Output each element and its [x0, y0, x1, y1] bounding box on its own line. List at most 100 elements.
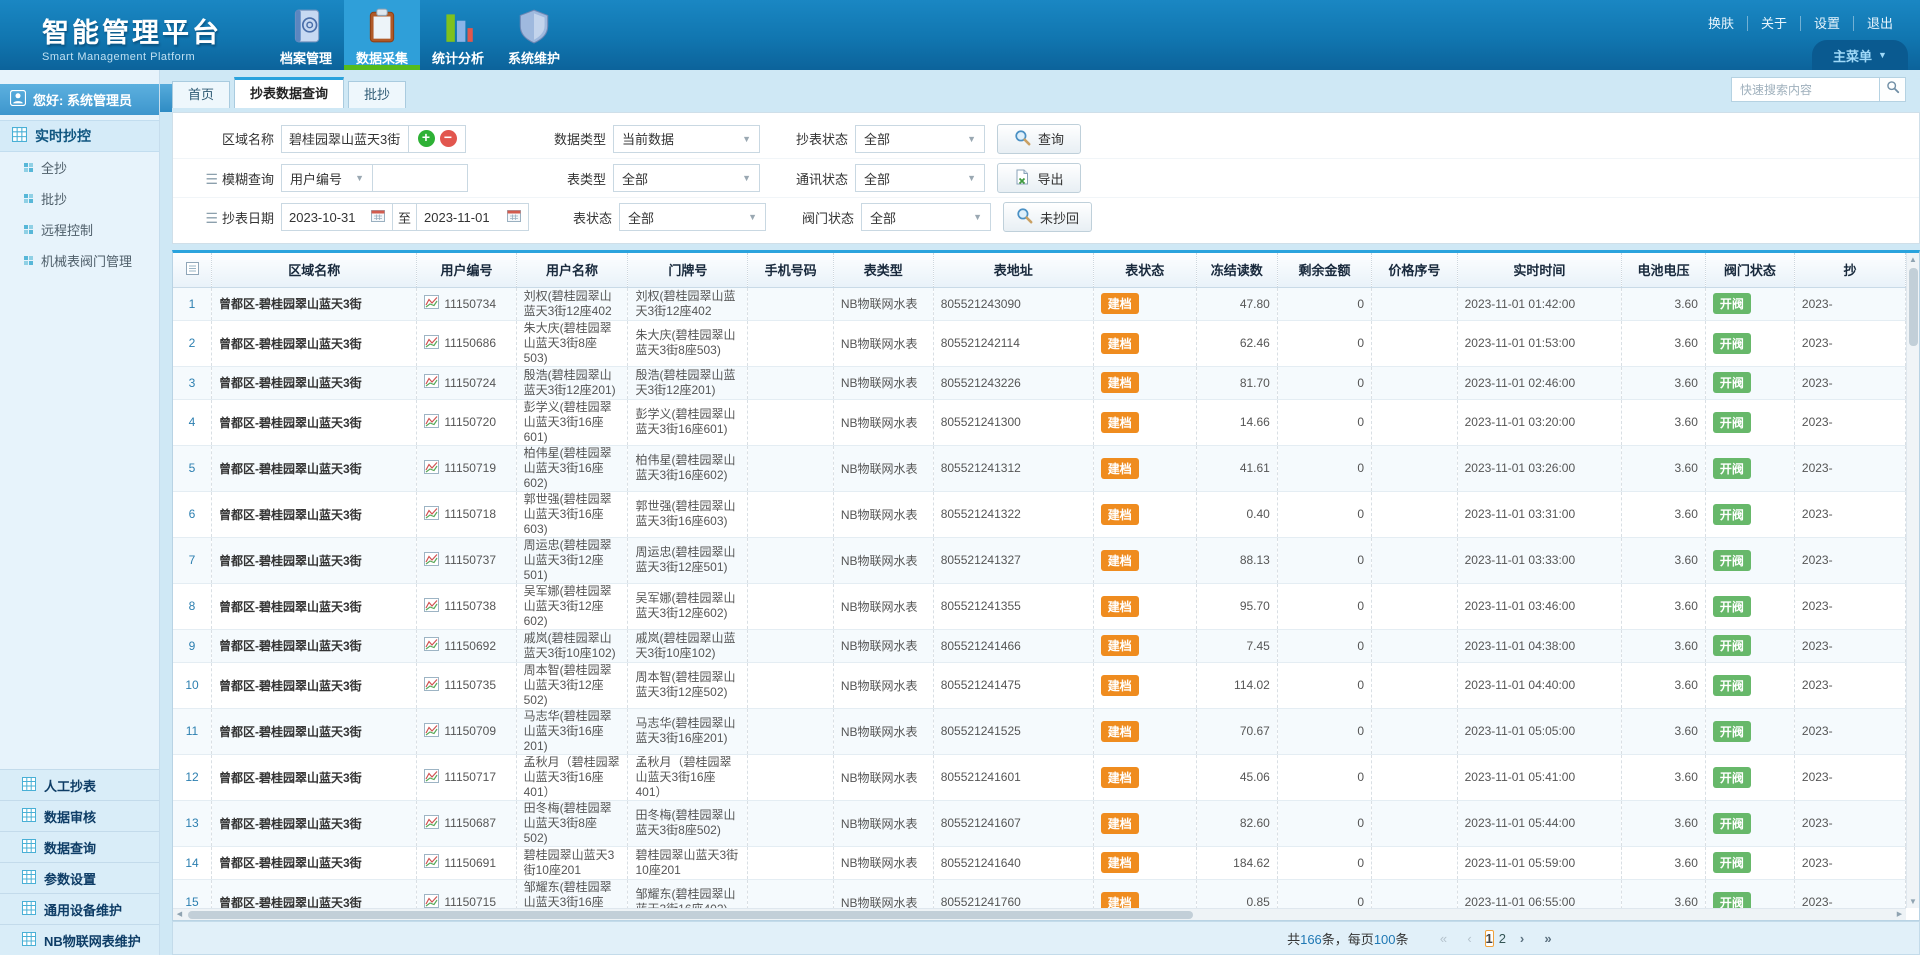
first-page-button[interactable]: « — [1433, 928, 1455, 949]
meter-chart-icon[interactable] — [424, 335, 439, 352]
meter-chart-icon[interactable] — [424, 677, 439, 694]
column-header-voltage[interactable]: 电池电压 — [1622, 253, 1706, 287]
table-row[interactable]: 12曾都区-碧桂园翠山蓝天3街11150717孟秋月（碧桂园翠山蓝天3街16座4… — [173, 754, 1906, 800]
meter-state-select[interactable]: 全部▼ — [619, 203, 766, 231]
meter-chart-icon[interactable] — [424, 815, 439, 832]
meter-chart-icon[interactable] — [424, 414, 439, 431]
column-header-price_no[interactable]: 价格序号 — [1372, 253, 1457, 287]
quick-search-input[interactable] — [1731, 77, 1879, 102]
table-row[interactable]: 10曾都区-碧桂园翠山蓝天3街11150735周本智(碧桂园翠山蓝天3街12座5… — [173, 662, 1906, 708]
last-page-button[interactable]: » — [1537, 928, 1559, 949]
nav-data-collection[interactable]: 数据采集 — [344, 0, 420, 70]
meter-type-select[interactable]: 全部▼ — [613, 164, 760, 192]
read-state-select[interactable]: 全部▼ — [855, 125, 985, 153]
meter-chart-icon[interactable] — [424, 769, 439, 786]
meter-chart-icon[interactable] — [424, 598, 439, 615]
column-header-time[interactable]: 实时时间 — [1457, 253, 1622, 287]
area-name-input[interactable] — [281, 125, 409, 153]
meter-chart-icon[interactable] — [424, 894, 439, 909]
page-button-2[interactable]: 2 — [1498, 930, 1507, 947]
export-button[interactable]: 导出 — [997, 163, 1081, 193]
meter-chart-icon[interactable] — [424, 552, 439, 569]
column-header-meter_type[interactable]: 表类型 — [833, 253, 933, 287]
meter-chart-icon[interactable] — [424, 637, 439, 654]
tab-home[interactable]: 首页 — [172, 81, 230, 108]
vertical-scrollbar[interactable]: ▲ ▼ — [1906, 253, 1919, 908]
table-row[interactable]: 15曾都区-碧桂园翠山蓝天3街11150715邹耀东(碧桂园翠山蓝天3街16座4… — [173, 879, 1906, 908]
meter-chart-icon[interactable] — [424, 374, 439, 391]
sidebar-item-mechanical-valve[interactable]: 机械表阀门管理 — [0, 245, 159, 276]
table-row[interactable]: 2曾都区-碧桂园翠山蓝天3街11150686朱大庆(碧桂园翠山蓝天3街8座503… — [173, 320, 1906, 366]
meter-chart-icon[interactable] — [424, 295, 439, 312]
sidebar-item-data-audit[interactable]: 数据审核 — [0, 800, 159, 831]
scroll-down-icon[interactable]: ▼ — [1907, 895, 1919, 908]
fuzzy-query-input[interactable] — [373, 164, 468, 192]
nav-archive-management[interactable]: 档案管理 — [268, 0, 344, 70]
tab-meter-data-query[interactable]: 抄表数据查询 — [234, 77, 344, 108]
unread-button[interactable]: 未抄回 — [1003, 202, 1092, 232]
main-menu-button[interactable]: 主菜单 ▼ — [1812, 40, 1908, 70]
sidebar-item-batch-read[interactable]: 批抄 — [0, 183, 159, 214]
column-header-balance[interactable]: 剩余金额 — [1277, 253, 1371, 287]
add-area-button[interactable]: + — [418, 130, 435, 147]
table-row[interactable]: 6曾都区-碧桂园翠山蓝天3街11150718郭世强(碧桂园翠山蓝天3街16座60… — [173, 491, 1906, 537]
sidebar-item-nb-meter-maintenance[interactable]: NB物联网表维护 — [0, 924, 159, 955]
sidebar-toggle[interactable] — [160, 84, 172, 112]
column-header-address[interactable]: 表地址 — [933, 253, 1093, 287]
remove-area-button[interactable]: − — [440, 130, 457, 147]
sidebar-section-realtime-reading[interactable]: 实时抄控 — [0, 120, 159, 152]
query-button[interactable]: 查询 — [997, 124, 1081, 154]
link-settings[interactable]: 设置 — [1801, 16, 1854, 31]
column-header-door_no[interactable]: 门牌号 — [628, 253, 748, 287]
table-row[interactable]: 7曾都区-碧桂园翠山蓝天3街11150737周运忠(碧桂园翠山蓝天3街12座50… — [173, 537, 1906, 583]
meter-chart-icon[interactable] — [424, 854, 439, 871]
table-row[interactable]: 1曾都区-碧桂园翠山蓝天3街11150734刘权(碧桂园翠山蓝天3街12座402… — [173, 287, 1906, 320]
table-row[interactable]: 11曾都区-碧桂园翠山蓝天3街11150709马志华(碧桂园翠山蓝天3街16座2… — [173, 708, 1906, 754]
column-header-valve[interactable]: 阀门状态 — [1705, 253, 1794, 287]
sidebar-item-remote-control[interactable]: 远程控制 — [0, 214, 159, 245]
valve-state-select[interactable]: 全部▼ — [861, 203, 991, 231]
sidebar-item-manual-reading[interactable]: 人工抄表 — [0, 769, 159, 800]
comm-state-select[interactable]: 全部▼ — [855, 164, 985, 192]
date-from-input[interactable]: 2023-10-31 — [281, 203, 393, 231]
column-header-user_no[interactable]: 用户编号 — [417, 253, 516, 287]
meter-chart-icon[interactable] — [424, 723, 439, 740]
scroll-right-icon[interactable]: ▶ — [1893, 909, 1906, 920]
fuzzy-field-select[interactable]: 用户编号▼ — [281, 164, 373, 192]
column-header-user_name[interactable]: 用户名称 — [516, 253, 628, 287]
table-row[interactable]: 4曾都区-碧桂园翠山蓝天3街11150720彭学义(碧桂园翠山蓝天3街16座60… — [173, 399, 1906, 445]
table-row[interactable]: 9曾都区-碧桂园翠山蓝天3街11150692戚岚(碧桂园翠山蓝天3街10座102… — [173, 629, 1906, 662]
column-header-extra[interactable]: 抄 — [1794, 253, 1905, 287]
scroll-left-icon[interactable]: ◀ — [173, 909, 186, 920]
horizontal-scrollbar-thumb[interactable] — [188, 911, 1193, 919]
prev-page-button[interactable]: ‹ — [1459, 928, 1481, 949]
date-to-input[interactable]: 2023-11-01 — [417, 203, 529, 231]
table-row[interactable]: 14曾都区-碧桂园翠山蓝天3街11150691碧桂园翠山蓝天3街10座201碧桂… — [173, 846, 1906, 879]
table-row[interactable]: 13曾都区-碧桂园翠山蓝天3街11150687田冬梅(碧桂园翠山蓝天3街8座50… — [173, 800, 1906, 846]
link-logout[interactable]: 退出 — [1854, 16, 1906, 31]
horizontal-scrollbar[interactable]: ◀ ▶ — [173, 908, 1906, 920]
vertical-scrollbar-thumb[interactable] — [1909, 268, 1918, 346]
column-header-region[interactable]: 区域名称 — [212, 253, 417, 287]
sidebar-item-read-all[interactable]: 全抄 — [0, 152, 159, 183]
link-change-skin[interactable]: 换肤 — [1695, 16, 1748, 31]
column-header-phone[interactable]: 手机号码 — [748, 253, 833, 287]
meter-chart-icon[interactable] — [424, 506, 439, 523]
tab-batch-read[interactable]: 批抄 — [348, 81, 406, 108]
link-about[interactable]: 关于 — [1748, 16, 1801, 31]
page-button-1[interactable]: 1 — [1485, 930, 1494, 947]
nav-system-maintenance[interactable]: 系统维护 — [496, 0, 572, 70]
next-page-button[interactable]: › — [1511, 928, 1533, 949]
column-header-status[interactable]: 表状态 — [1093, 253, 1196, 287]
table-row[interactable]: 3曾都区-碧桂园翠山蓝天3街11150724殷浩(碧桂园翠山蓝天3街12座201… — [173, 366, 1906, 399]
select-all-header[interactable] — [173, 253, 212, 287]
data-type-select[interactable]: 当前数据▼ — [613, 125, 760, 153]
sidebar-item-parameter-settings[interactable]: 参数设置 — [0, 862, 159, 893]
table-row[interactable]: 8曾都区-碧桂园翠山蓝天3街11150738吴军娜(碧桂园翠山蓝天3街12座60… — [173, 583, 1906, 629]
table-row[interactable]: 5曾都区-碧桂园翠山蓝天3街11150719柏伟星(碧桂园翠山蓝天3街16座60… — [173, 445, 1906, 491]
quick-search-button[interactable] — [1879, 77, 1906, 102]
sidebar-item-data-query[interactable]: 数据查询 — [0, 831, 159, 862]
sidebar-item-device-maintenance[interactable]: 通用设备维护 — [0, 893, 159, 924]
meter-chart-icon[interactable] — [424, 460, 439, 477]
column-header-reading[interactable]: 冻结读数 — [1196, 253, 1277, 287]
